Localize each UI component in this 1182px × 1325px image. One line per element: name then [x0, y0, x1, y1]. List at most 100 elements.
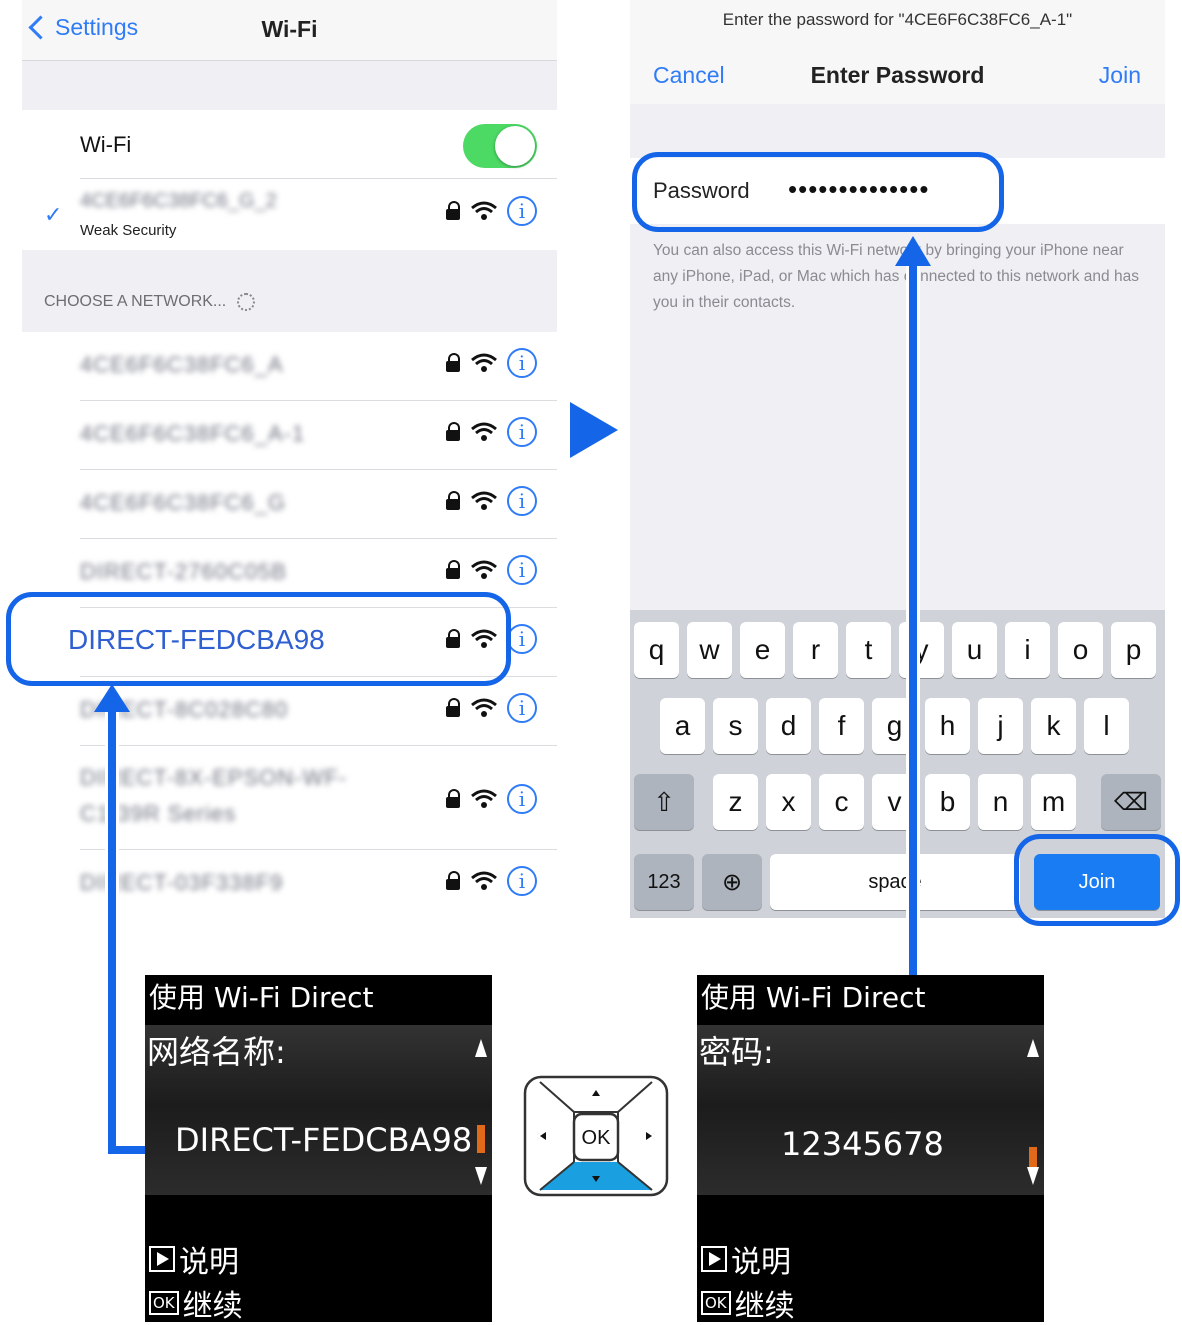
enter-password-screen: Enter the password for "4CE6F6C38FC6_A-1… [630, 0, 1165, 918]
info-icon[interactable]: i [507, 784, 537, 814]
info-icon[interactable]: i [507, 866, 537, 896]
key-b[interactable]: b [925, 774, 970, 830]
key-f[interactable]: f [819, 698, 864, 754]
lock-icon [445, 201, 461, 221]
key-e[interactable]: e [740, 622, 785, 678]
key-c[interactable]: c [819, 774, 864, 830]
lcd-password-value: 12345678 [781, 1125, 944, 1163]
wifi-signal-icon [471, 422, 497, 441]
connected-network-name: 4CE6F6C38FC6_G_2 [80, 190, 277, 212]
wifi-signal-icon [471, 491, 497, 510]
wifi-signal-icon [471, 353, 497, 372]
dpad-ok-label: OK [582, 1127, 612, 1149]
network-row[interactable]: DIRECT-03F338F9 i [22, 850, 557, 919]
key-m[interactable]: m [1031, 774, 1076, 830]
key-t[interactable]: t [846, 622, 891, 678]
network-row[interactable]: 4CE6F6C38FC6_A i [22, 332, 557, 401]
page-title: Wi-Fi [261, 16, 318, 42]
password-header: Enter the password for "4CE6F6C38FC6_A-1… [630, 0, 1165, 104]
network-row[interactable]: DIRECT-8X-EPSON-WF-C1 39R Series i [22, 746, 557, 850]
wifi-signal-icon [471, 698, 497, 717]
network-row[interactable]: DIRECT-8C028C80 i [22, 677, 557, 746]
lock-icon [445, 353, 461, 373]
lock-icon [445, 871, 461, 891]
key-n[interactable]: n [978, 774, 1023, 830]
selected-network-highlight [6, 592, 511, 686]
password-field-highlight [632, 152, 1004, 232]
lock-icon [445, 789, 461, 809]
key-z[interactable]: z [713, 774, 758, 830]
network-name: DIRECT-8X-EPSON-WF-C1 39R Series [80, 765, 348, 826]
lcd-help-label: 说明 [179, 1245, 239, 1280]
lcd-title: 使用 Wi-Fi Direct [145, 975, 492, 1021]
play-icon [701, 1246, 727, 1272]
info-icon[interactable]: i [507, 417, 537, 447]
lcd-content: 密码: 12345678 [697, 1025, 1044, 1195]
key-h[interactable]: h [925, 698, 970, 754]
network-row[interactable]: 4CE6F6C38FC6_G i [22, 470, 557, 539]
info-icon[interactable]: i [507, 348, 537, 378]
lcd-continue-row: OK 继续 [701, 1281, 795, 1325]
info-icon[interactable]: i [507, 624, 537, 654]
key-v[interactable]: v [872, 774, 917, 830]
key-q[interactable]: q [634, 622, 679, 678]
checkmark-icon: ✓ [44, 202, 63, 227]
info-icon[interactable]: i [507, 486, 537, 516]
key-u[interactable]: u [952, 622, 997, 678]
network-name: 4CE6F6C38FC6_A-1 [80, 421, 306, 446]
key-d[interactable]: d [766, 698, 811, 754]
network-name: 4CE6F6C38FC6_A [80, 352, 284, 377]
numbers-key[interactable]: 123 [634, 854, 694, 910]
wifi-signal-icon [471, 560, 497, 579]
shift-icon: ⇧ [653, 786, 675, 817]
ok-icon: OK [149, 1291, 179, 1315]
key-x[interactable]: x [766, 774, 811, 830]
navigation-bar: Settings Wi-Fi [22, 0, 557, 61]
network-row[interactable]: 4CE6F6C38FC6_A-1 i [22, 401, 557, 470]
key-j[interactable]: j [978, 698, 1023, 754]
lcd-help-row: 说明 [701, 1237, 791, 1281]
info-icon[interactable]: i [507, 555, 537, 585]
globe-key[interactable]: ⊕ [702, 854, 762, 910]
key-s[interactable]: s [713, 698, 758, 754]
space-key[interactable]: space [770, 854, 1020, 910]
lcd-network-value: DIRECT-FEDCBA98 [175, 1121, 473, 1159]
password-prompt: Enter the password for "4CE6F6C38FC6_A-1… [722, 10, 1073, 29]
password-title: Enter Password [810, 62, 985, 88]
key-a[interactable]: a [660, 698, 705, 754]
printer-dpad: OK [523, 1075, 669, 1197]
lcd-continue-label: 继续 [734, 1289, 795, 1324]
key-r[interactable]: r [793, 622, 838, 678]
wifi-toggle-switch[interactable] [463, 124, 537, 168]
key-y[interactable]: y [899, 622, 944, 678]
lock-icon [445, 422, 461, 442]
wifi-signal-icon [471, 871, 497, 890]
info-icon[interactable]: i [507, 693, 537, 723]
lcd-help-row: 说明 [149, 1237, 239, 1281]
network-name: DIRECT-03F338F9 [80, 870, 284, 895]
lock-icon [445, 560, 461, 580]
lock-icon [445, 698, 461, 718]
key-w[interactable]: w [687, 622, 732, 678]
key-o[interactable]: o [1058, 622, 1103, 678]
wifi-signal-icon [471, 789, 497, 808]
printer-lcd-network-name: 使用 Wi-Fi Direct 网络名称: DIRECT-FEDCBA98 说明… [145, 975, 492, 1325]
key-k[interactable]: k [1031, 698, 1076, 754]
play-icon [149, 1246, 175, 1272]
lcd-content: 网络名称: DIRECT-FEDCBA98 [145, 1025, 492, 1195]
lcd-continue-row: OK 继续 [149, 1281, 243, 1325]
network-name: DIRECT-2760C05B [80, 559, 287, 584]
key-i[interactable]: i [1005, 622, 1050, 678]
key-l[interactable]: l [1084, 698, 1129, 754]
join-button-top[interactable]: Join [1099, 62, 1141, 89]
shift-key[interactable]: ⇧ [634, 774, 694, 830]
key-g[interactable]: g [872, 698, 917, 754]
lcd-continue-label: 继续 [182, 1289, 243, 1324]
key-p[interactable]: p [1111, 622, 1156, 678]
info-icon[interactable]: i [507, 196, 537, 226]
backspace-key[interactable]: ⌫ [1101, 774, 1161, 830]
lcd-scrollbar [1027, 1039, 1039, 1185]
lock-icon [445, 491, 461, 511]
wifi-status-group: Wi-Fi ✓ 4CE6F6C38FC6_G_2 Weak Security i [22, 110, 557, 250]
connected-network-row[interactable]: ✓ 4CE6F6C38FC6_G_2 Weak Security i [22, 180, 557, 249]
